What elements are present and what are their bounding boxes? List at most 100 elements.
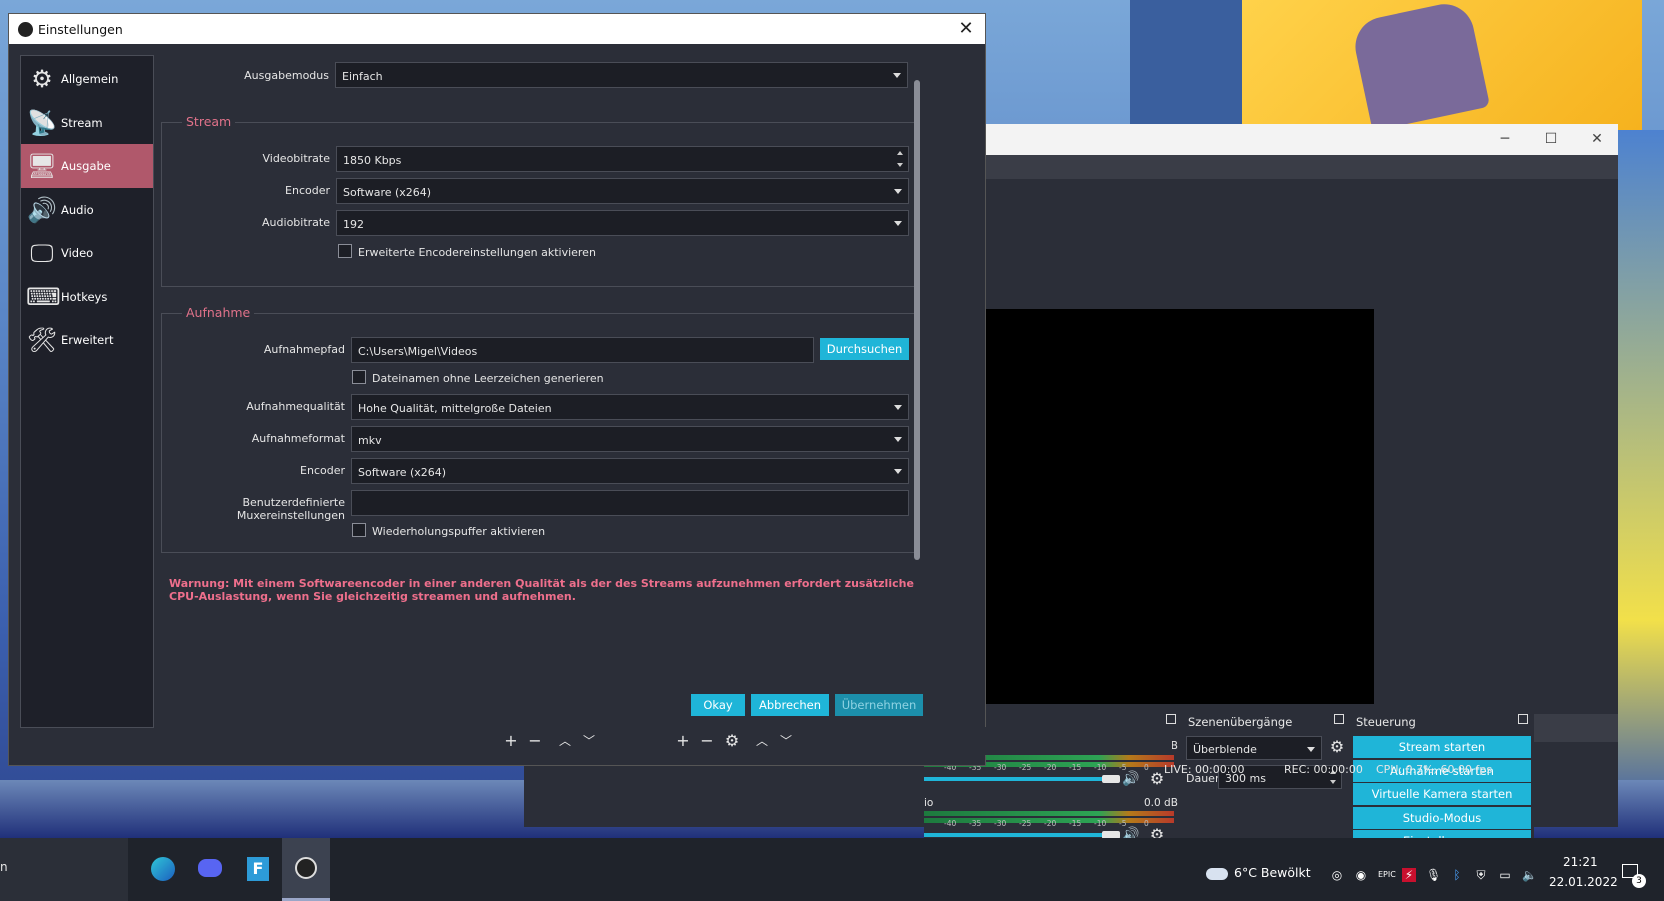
advanced-encoder-label: Erweiterte Encodereinstellungen aktivier… [358, 246, 596, 259]
transitions-title: Szenenübergänge [1188, 715, 1293, 729]
up-icon[interactable]: ︿ [556, 732, 574, 750]
channel1-slider-thumb[interactable] [1102, 775, 1120, 783]
sidebar-item-erweitert[interactable]: 🛠 Erweitert [21, 318, 153, 362]
sidebar-item-allgemein[interactable]: ⚙ Allgemein [21, 57, 153, 101]
audio-bitrate-value: 192 [343, 218, 364, 231]
taskbar-search[interactable]: n [0, 838, 128, 901]
transition-select[interactable]: Überblende [1186, 736, 1322, 760]
speaker-icon[interactable]: 🔊 [1122, 770, 1140, 788]
epic-tray-icon[interactable]: EPIC [1378, 868, 1396, 882]
microphone-icon[interactable]: 🎙 [1426, 868, 1441, 882]
apply-button[interactable]: Übernehmen [835, 694, 923, 716]
chevron-down-icon [894, 469, 902, 474]
control-button[interactable]: Stream starten [1353, 736, 1531, 758]
recording-path-value: C:\Users\Migel\Videos [358, 345, 478, 358]
audio-bitrate-select[interactable]: 192 [336, 210, 909, 236]
bluetooth-icon[interactable]: ᛒ [1450, 868, 1464, 882]
control-button[interactable]: Studio-Modus [1353, 806, 1531, 829]
minimize-button[interactable]: ─ [1482, 124, 1528, 155]
popout-icon[interactable] [1334, 714, 1344, 724]
add-icon[interactable]: + [502, 732, 520, 750]
network-icon[interactable]: ▭ [1498, 868, 1512, 882]
tools-icon: 🛠 [26, 326, 58, 354]
chevron-down-icon [894, 405, 902, 410]
up-icon[interactable]: ︿ [753, 732, 771, 750]
mux-settings-input[interactable] [351, 490, 909, 516]
recording-group: Aufnahme Aufnahmepfad C:\Users\Migel\Vid… [161, 305, 917, 553]
channel2-volume-slider[interactable] [924, 833, 1110, 837]
obs-logo-icon [18, 22, 33, 37]
ok-button[interactable]: Okay [691, 694, 745, 716]
preview-canvas[interactable] [924, 309, 1374, 704]
sidebar-item-video[interactable]: 🖵 Video [21, 231, 153, 275]
down-icon[interactable]: ﹀ [580, 732, 598, 750]
gear-icon[interactable]: ⚙ [723, 732, 741, 750]
sidebar-item-audio[interactable]: 🔊 Audio [21, 188, 153, 232]
edge-icon[interactable] [138, 838, 186, 901]
obs-tray-icon[interactable]: ◎ [1330, 868, 1344, 882]
discord-icon[interactable] [186, 838, 234, 901]
scrollbar-thumb[interactable] [914, 80, 920, 560]
weather-text[interactable]: 6°C Bewölkt [1234, 865, 1311, 880]
recording-quality-select[interactable]: Hohe Qualität, mittelgroße Dateien [351, 394, 909, 420]
close-icon[interactable]: ✕ [955, 18, 977, 40]
no-spaces-checkbox[interactable] [352, 370, 366, 384]
advanced-encoder-checkbox[interactable] [338, 244, 352, 258]
output-mode-value: Einfach [342, 70, 383, 83]
sidebar-item-stream[interactable]: 📡 Stream [21, 101, 153, 145]
popout-icon[interactable] [1518, 714, 1528, 724]
background-building [1130, 0, 1250, 130]
sidebar-item-label: Allgemein [61, 72, 119, 86]
antivirus-tray-icon[interactable]: ⚡ [1402, 868, 1416, 882]
spin-down-icon[interactable] [897, 163, 903, 167]
recording-format-value: mkv [358, 434, 382, 447]
dialog-title: Einstellungen [38, 22, 123, 37]
remove-icon[interactable]: − [526, 732, 544, 750]
cancel-button[interactable]: Abbrechen [751, 694, 829, 716]
dialog-titlebar: Einstellungen ✕ [9, 14, 985, 44]
clock-date[interactable]: 22.01.2022 [1549, 875, 1618, 889]
meter-tick-label: -10 [1094, 763, 1107, 772]
sidebar-item-label: Erweitert [61, 333, 114, 347]
recording-encoder-select[interactable]: Software (x264) [351, 458, 909, 484]
recording-path-input[interactable]: C:\Users\Migel\Videos [351, 337, 814, 363]
remove-icon[interactable]: − [698, 732, 716, 750]
recording-path-label: Aufnahmepfad [263, 343, 345, 356]
meter-tick-label: -25 [1019, 819, 1032, 828]
sidebar-item-ausgabe[interactable]: 🖥 Ausgabe [21, 144, 153, 188]
spin-down-icon[interactable] [1330, 780, 1336, 784]
settings-scrollbar[interactable] [912, 66, 922, 706]
browse-button[interactable]: Durchsuchen [820, 338, 909, 360]
security-shield-icon[interactable]: ⛨ [1474, 868, 1488, 882]
fortnite-icon[interactable]: F [234, 838, 282, 901]
discord-tray-icon[interactable]: ◉ [1354, 868, 1368, 882]
replay-buffer-label: Wiederholungspuffer aktivieren [372, 525, 546, 538]
spin-up-icon[interactable] [897, 151, 903, 155]
sidebar-item-label: Stream [61, 115, 103, 130]
chevron-down-icon [894, 221, 902, 226]
channel1-volume-slider[interactable] [924, 777, 1110, 781]
add-icon[interactable]: + [674, 732, 692, 750]
output-mode-select[interactable]: Einfach [335, 62, 908, 88]
close-button[interactable]: ✕ [1574, 124, 1620, 155]
popout-icon[interactable] [1166, 714, 1176, 724]
stream-group-title: Stream [182, 114, 236, 129]
stream-encoder-select[interactable]: Software (x264) [336, 178, 909, 204]
meter-tick-label: -25 [1019, 763, 1032, 772]
maximize-button[interactable]: ☐ [1528, 124, 1574, 155]
replay-buffer-checkbox[interactable] [352, 523, 366, 537]
no-spaces-label: Dateinamen ohne Leerzeichen generieren [372, 372, 604, 385]
volume-icon[interactable]: 🔈 [1522, 868, 1537, 882]
sidebar-item-hotkeys[interactable]: ⌨ Hotkeys [21, 275, 153, 319]
gear-icon[interactable]: ⚙ [1328, 738, 1346, 756]
video-bitrate-spinbox[interactable]: 1850 Kbps [336, 146, 909, 172]
search-text: n [0, 860, 8, 874]
recording-format-select[interactable]: mkv [351, 426, 909, 452]
meter-tick-label: -10 [1094, 819, 1107, 828]
clock-time[interactable]: 21:21 [1563, 855, 1598, 869]
obs-taskbar-icon[interactable] [282, 838, 330, 901]
down-icon[interactable]: ﹀ [777, 732, 795, 750]
status-rec: REC: 00:00:00 [1284, 763, 1363, 776]
control-button[interactable]: Virtuelle Kamera starten [1353, 783, 1531, 806]
channel2-meter [924, 811, 1174, 816]
